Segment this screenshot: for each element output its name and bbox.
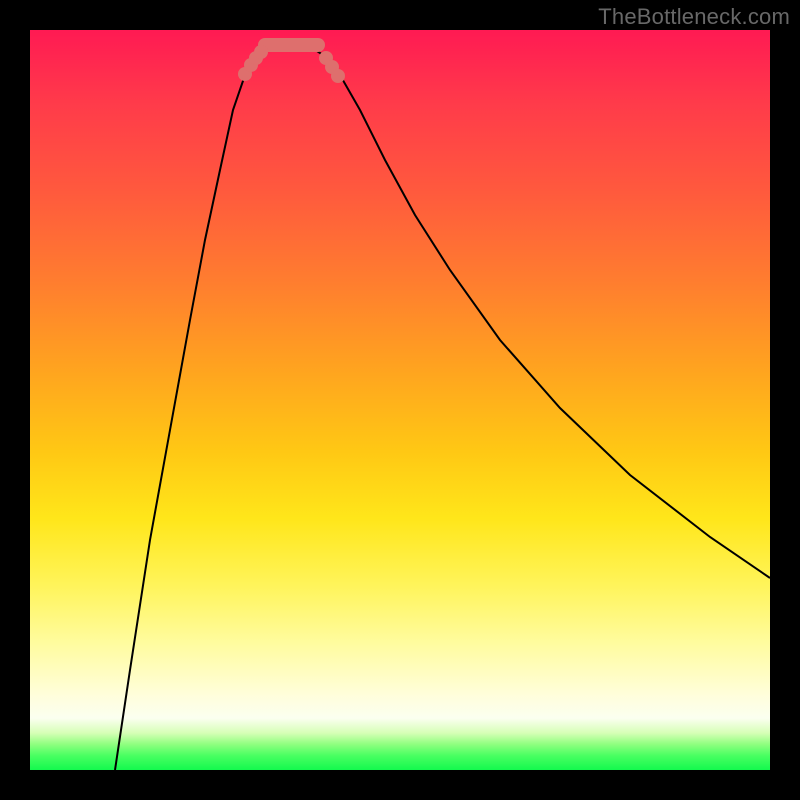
plot-area <box>30 30 770 770</box>
watermark-text: TheBottleneck.com <box>598 4 790 30</box>
curves-layer <box>30 30 770 770</box>
curve-right <box>314 49 770 578</box>
chart-frame: TheBottleneck.com <box>0 0 800 800</box>
curve-left <box>115 49 267 770</box>
